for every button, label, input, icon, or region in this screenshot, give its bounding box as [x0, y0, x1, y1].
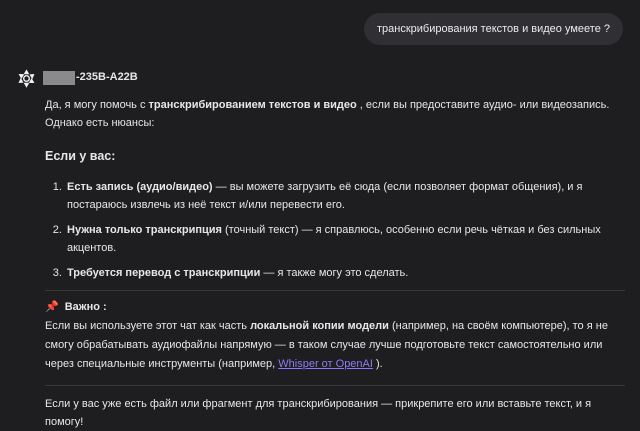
options-list: Есть запись (аудио/видео) — вы можете за… [45, 178, 625, 282]
assistant-message: -235B-A22B Да, я могу помочь с транскриб… [16, 66, 626, 428]
user-message-text: транскрибирования текстов и видео умеете… [377, 23, 610, 35]
list-item: Есть запись (аудио/видео) — вы можете за… [65, 178, 625, 214]
note-bold: локальной копии модели [250, 320, 389, 333]
list-item-bold: Нужна только транскрипция [67, 224, 222, 237]
list-item: Нужна только транскрипция (точный текст)… [65, 221, 625, 257]
note-text-1: Если вы используете этот чат как часть [45, 320, 251, 333]
note-title: 📌 Важно : [45, 299, 625, 316]
list-item-bold: Есть запись (аудио/видео) [67, 181, 213, 194]
note-paragraph: Если вы используете этот чат как часть л… [45, 317, 625, 374]
pushpin-icon: 📌 [45, 301, 59, 314]
divider [45, 290, 625, 292]
final-paragraph: Если у вас уже есть файл или фрагмент дл… [45, 385, 625, 431]
model-suffix: -235B-A22B [76, 71, 138, 84]
whisper-link[interactable]: Whisper от OpenAI [278, 358, 373, 370]
section-heading: Если у вас: [45, 149, 116, 163]
user-message-bubble: транскрибирования текстов и видео умеете… [364, 13, 623, 45]
intro-text-1: Да, я могу помочь с [45, 99, 149, 111]
note-title-text: Важно : [64, 301, 107, 314]
list-item-bold: Требуется перевод с транскрипции [67, 267, 261, 280]
assistant-header: -235B-A22B [16, 66, 626, 90]
intro-paragraph: Да, я могу помочь с транскрибированием т… [45, 96, 625, 132]
qwen-logo-icon [16, 68, 37, 89]
list-item-text: — я также могу это сделать. [260, 267, 409, 280]
redacted-block [43, 70, 75, 85]
model-name: -235B-A22B [43, 69, 138, 86]
list-item: Требуется перевод с транскрипции — я так… [65, 264, 625, 282]
note-text-3: ). [372, 358, 383, 371]
intro-bold: транскрибированием текстов и видео [148, 99, 357, 111]
